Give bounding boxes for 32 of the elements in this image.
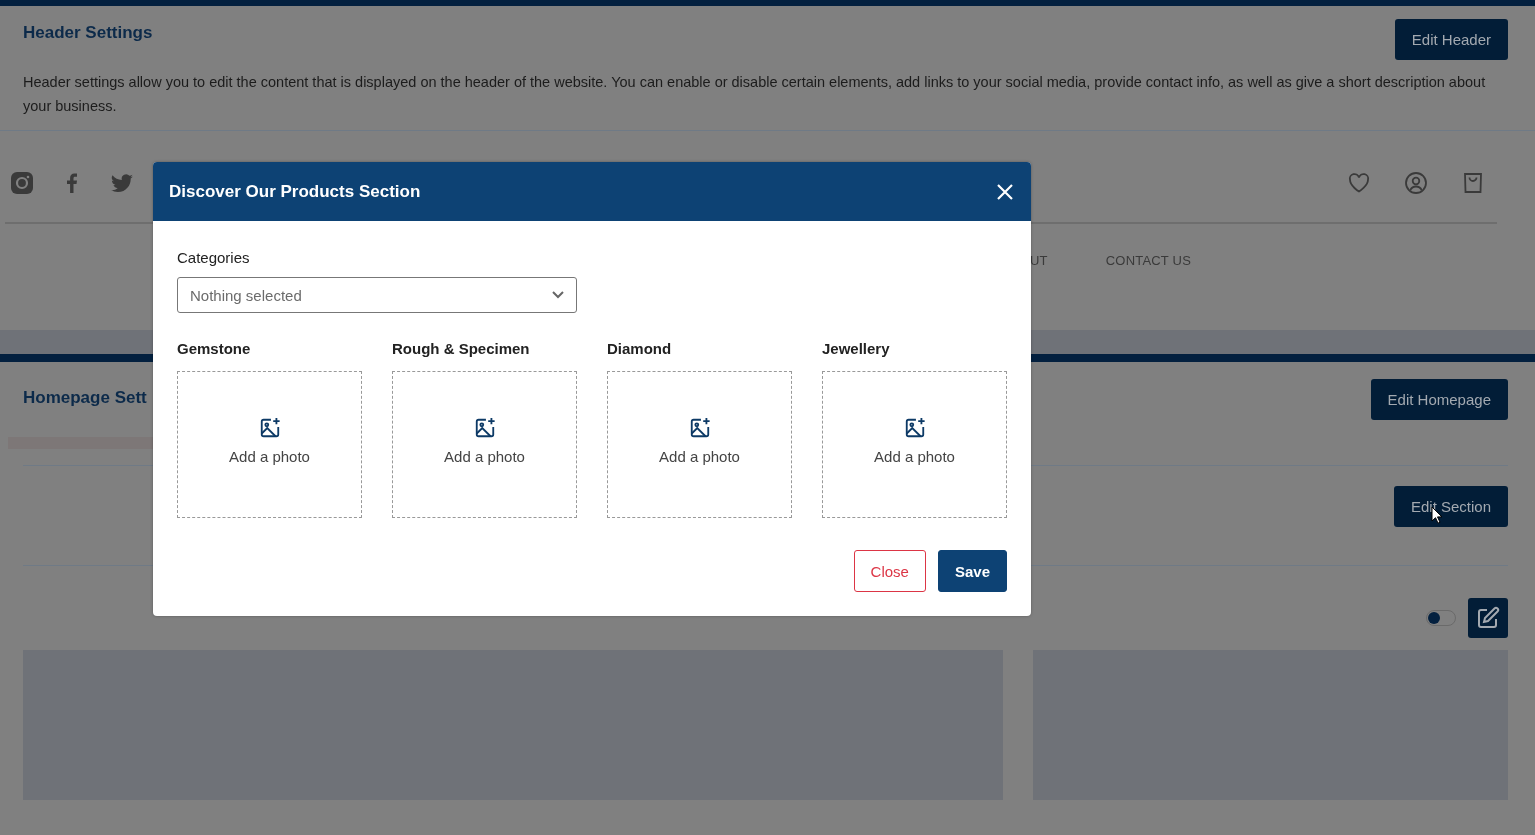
photo-upload-box[interactable]: Add a photo: [392, 371, 577, 518]
edit-section-button[interactable]: Edit Section: [1393, 486, 1508, 527]
chevron-down-icon: [552, 291, 564, 299]
section-title: Header Settings: [23, 23, 153, 43]
category-label: Rough & Specimen: [392, 340, 531, 357]
shopping-bag-icon[interactable]: [1461, 171, 1485, 195]
image-add-icon: [473, 416, 496, 439]
instagram-icon[interactable]: [10, 171, 34, 195]
edit-icon: [1476, 606, 1500, 630]
save-button[interactable]: Save: [937, 550, 1007, 592]
category-label: Diamond: [607, 340, 673, 357]
image-add-icon: [688, 416, 711, 439]
description-text: Header settings allow you to edit the content that is displayed on the header of the website. You can enable or disable certain elements, add links to your social media, provide contact info, as well as give a short description about your business.: [23, 73, 1487, 116]
photo-upload-box[interactable]: Add a photo: [822, 371, 1007, 518]
edit-icon-button[interactable]: [1468, 598, 1508, 638]
heart-icon[interactable]: [1347, 171, 1371, 195]
category-label: Gemstone: [177, 340, 252, 357]
field-label: Categories: [177, 249, 251, 266]
category-label: Jewellery: [822, 340, 891, 357]
image-add-icon: [258, 416, 281, 439]
photo-upload-box[interactable]: Add a photo: [177, 371, 362, 518]
photo-upload-box[interactable]: Add a photo: [607, 371, 792, 518]
twitter-icon[interactable]: [110, 171, 134, 195]
edit-homepage-button[interactable]: Edit Homepage: [1370, 379, 1508, 420]
close-button[interactable]: Close: [853, 550, 926, 592]
categories-select[interactable]: Nothing selected: [177, 277, 577, 313]
section-title: Homepage Sett: [23, 388, 147, 409]
edit-header-button[interactable]: Edit Header: [1394, 19, 1508, 60]
close-icon[interactable]: [996, 182, 1014, 201]
modal-title: Discover Our Products Section: [169, 181, 421, 202]
image-add-icon: [903, 416, 926, 439]
user-icon[interactable]: [1404, 171, 1428, 195]
